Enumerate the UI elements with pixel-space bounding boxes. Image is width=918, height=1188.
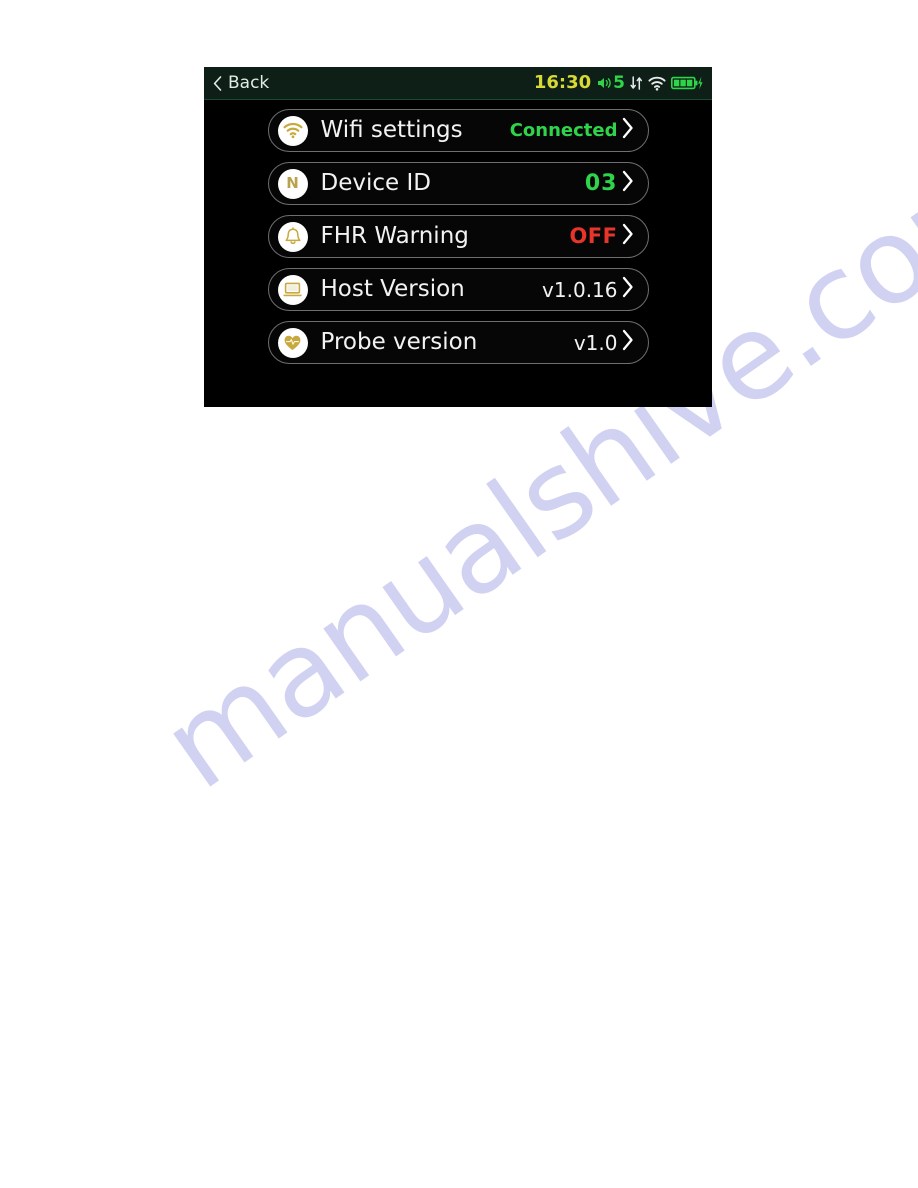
menu-row-probe-version[interactable]: Probe version v1.0 <box>267 321 649 364</box>
wifi-icon <box>277 115 308 146</box>
chevron-right-icon <box>622 276 634 303</box>
bell-icon <box>277 221 308 252</box>
heart-icon <box>277 327 308 358</box>
menu-row-label: Host Version <box>320 276 465 302</box>
settings-menu-list: Wifi settings Connected N Device ID 03 F… <box>204 100 712 364</box>
menu-row-value: v1.0.16 <box>542 277 618 302</box>
menu-row-value: OFF <box>569 224 618 248</box>
menu-row-label: FHR Warning <box>320 223 469 249</box>
device-screen: Back 16:30 5 Wifi settings Connected N D… <box>204 67 712 407</box>
chevron-right-icon <box>622 117 634 144</box>
chevron-right-icon <box>622 223 634 250</box>
battery-charging-icon <box>671 75 703 91</box>
menu-row-label: Device ID <box>320 170 431 196</box>
menu-row-fhr-warning[interactable]: FHR Warning OFF <box>267 215 649 258</box>
menu-row-label: Probe version <box>320 329 478 355</box>
volume-level: 5 <box>613 72 625 93</box>
chevron-right-icon <box>622 329 634 356</box>
menu-row-label: Wifi settings <box>320 117 463 143</box>
data-transfer-icon <box>630 75 643 91</box>
menu-row-device-id[interactable]: N Device ID 03 <box>267 162 649 205</box>
back-label: Back <box>228 72 270 93</box>
menu-row-host-version[interactable]: Host Version v1.0.16 <box>267 268 649 311</box>
wifi-icon <box>648 76 666 91</box>
menu-row-value: v1.0 <box>573 330 618 355</box>
speaker-icon <box>596 75 612 91</box>
menu-row-value: Connected <box>509 119 618 141</box>
letter-n-icon: N <box>277 168 308 199</box>
status-indicators: 16:30 5 <box>534 74 703 92</box>
volume-indicator: 5 <box>596 72 625 93</box>
menu-row-value: 03 <box>584 170 618 196</box>
back-button[interactable]: Back <box>213 72 270 93</box>
clock: 16:30 <box>533 72 592 93</box>
chevron-right-icon <box>622 170 634 197</box>
laptop-icon <box>277 274 308 305</box>
status-bar: Back 16:30 5 <box>204 67 712 100</box>
menu-row-wifi-settings[interactable]: Wifi settings Connected <box>267 109 649 152</box>
chevron-left-icon <box>213 75 222 91</box>
